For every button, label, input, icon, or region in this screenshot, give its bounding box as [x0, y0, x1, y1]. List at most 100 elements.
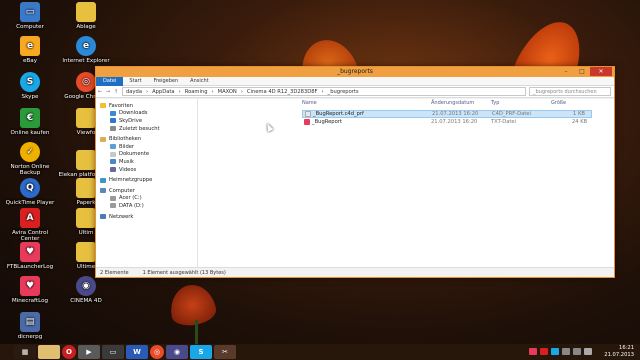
nav-item-drive-c[interactable]: Acer (C:) [96, 195, 197, 203]
desktop-icon-avira[interactable]: A Avira Control Center [2, 208, 58, 243]
explorer-window: _bugreports – □ ✕ Datei Start Freigeben … [95, 66, 615, 278]
desktop-icon-minecraftlog[interactable]: ♥ MinecraftLog [2, 276, 58, 304]
up-button[interactable]: ↑ [112, 89, 120, 95]
desktop-icon-dicnerpg[interactable]: ▤ dicnerpg [2, 312, 58, 340]
tray-icon[interactable] [529, 348, 537, 355]
nav-item-videos[interactable]: Videos [96, 166, 197, 174]
search-input[interactable]: _bugreports durchsuchen [529, 87, 611, 96]
documents-icon [110, 151, 116, 157]
network-icon[interactable] [584, 348, 592, 355]
nav-homegroup[interactable]: Heimnetzgruppe [96, 176, 197, 184]
desktop-icon-quicktime[interactable]: Q QuickTime Player [2, 178, 58, 206]
cinema4d-icon: ◉ [76, 276, 96, 296]
tray-icon[interactable] [562, 348, 570, 355]
breadcrumb-item[interactable]: dayda [126, 89, 142, 95]
folder-icon [76, 208, 96, 228]
heart-icon: ♥ [20, 242, 40, 262]
skype-icon[interactable]: S [190, 345, 212, 359]
folder-icon [76, 242, 96, 262]
star-icon [100, 103, 106, 109]
column-header-name[interactable]: Name [302, 100, 317, 106]
tab-datei[interactable]: Datei [96, 76, 124, 86]
breadcrumb-item[interactable]: AppData [152, 89, 175, 95]
back-button[interactable]: ← [96, 89, 104, 95]
heart-icon: ♥ [20, 276, 40, 296]
close-button[interactable]: ✕ [590, 67, 612, 76]
desktop-icon-ftblog[interactable]: ♥ FTBLauncherLog [2, 242, 58, 270]
clock-time: 16:21 [619, 345, 634, 351]
computer-icon [100, 188, 106, 194]
title-bar[interactable]: _bugreports – □ ✕ [96, 67, 614, 77]
terminal-icon[interactable]: ▭ [102, 345, 124, 359]
tray-icon[interactable] [551, 348, 559, 355]
ebay-icon: e [20, 36, 40, 56]
network-icon [100, 214, 106, 220]
nav-libraries[interactable]: Bibliotheken [96, 135, 197, 143]
nav-item-musik[interactable]: Musik [96, 158, 197, 166]
maximize-button[interactable]: □ [574, 67, 590, 76]
file-row[interactable]: _BugReport.c4d_prf 21.07.2013 16:20 C4D_… [302, 110, 592, 118]
column-header-size[interactable]: Größe [551, 100, 566, 106]
music-icon [110, 159, 116, 165]
breadcrumb-item[interactable]: Cinema 4D R12_3D283D8F [247, 89, 318, 95]
nav-network[interactable]: Netzwerk [96, 213, 197, 221]
address-bar-row: ← → ↑ dayda › AppData › Roaming › MAXON › Ci… [96, 86, 614, 98]
drive-icon [110, 203, 116, 209]
nav-computer[interactable]: Computer [96, 187, 197, 195]
volume-icon[interactable] [573, 348, 581, 355]
file-list: Name Änderungsdatum Typ Größe _BugReport… [198, 99, 614, 267]
c4d-icon[interactable]: ◉ [166, 345, 188, 359]
tray-icon[interactable] [540, 348, 548, 355]
nav-item-bilder[interactable]: Bilder [96, 143, 197, 151]
word-icon[interactable]: W [126, 345, 148, 359]
clock[interactable]: 16:21 21.07.2013 [604, 345, 634, 359]
address-bar[interactable]: dayda › AppData › Roaming › MAXON › Cinema 4… [122, 87, 526, 96]
wallpaper-flower [166, 281, 219, 329]
skype-icon: S [20, 72, 40, 92]
nav-item-recent[interactable]: Zuletzt besucht [96, 125, 197, 133]
desktop-icon-c4d[interactable]: ◉ CINEMA 4D [58, 276, 114, 304]
nav-item-skydrive[interactable]: SkyDrive [96, 117, 197, 125]
avira-icon: A [20, 208, 40, 228]
computer-icon: ▭ [20, 2, 40, 22]
text-file-icon [304, 118, 310, 125]
minimize-button[interactable]: – [558, 67, 574, 76]
folder-icon [76, 178, 96, 198]
item-count: 2 Elemente [100, 269, 129, 276]
explorer-icon[interactable] [38, 345, 60, 359]
opera-icon[interactable]: O [62, 345, 76, 359]
pictures-icon [110, 144, 116, 150]
homegroup-icon [100, 177, 106, 183]
start-icon[interactable]: ▦ [14, 345, 36, 359]
chrome-icon[interactable]: ◎ [150, 345, 164, 359]
desktop-icon-ie[interactable]: e Internet Explorer [58, 36, 114, 64]
column-header-date[interactable]: Änderungsdatum [431, 100, 474, 106]
desktop-icon-shop[interactable]: € Online kaufen [2, 108, 58, 136]
desktop-icon-folder[interactable]: Ablage [58, 2, 114, 30]
clock-date: 21.07.2013 [604, 352, 634, 358]
desktop-icon-norton[interactable]: ✓ Norton Online Backup [2, 142, 58, 177]
desktop-icon-ebay[interactable]: e eBay [2, 36, 58, 64]
file-row[interactable]: _BugReport 21.07.2013 16:20 TXT-Datei 24… [302, 118, 592, 126]
tab-ansicht[interactable]: Ansicht [184, 78, 214, 84]
media-icon[interactable]: ▶ [78, 345, 100, 359]
selection-info: 1 Element ausgewählt (13 Bytes) [142, 269, 226, 276]
chrome-icon: ◎ [76, 72, 96, 92]
ribbon-tabs: Datei Start Freigeben Ansicht [96, 76, 614, 86]
tab-freigeben[interactable]: Freigeben [148, 78, 185, 84]
cloud-icon [110, 118, 116, 124]
breadcrumb-item[interactable]: Roaming [185, 89, 208, 95]
tab-start[interactable]: Start [123, 78, 147, 84]
column-header-type[interactable]: Typ [491, 100, 499, 106]
desktop-icon-skype[interactable]: S Skype [2, 72, 58, 100]
nav-item-downloads[interactable]: Downloads [96, 110, 197, 118]
forward-button[interactable]: → [104, 89, 112, 95]
desktop-icon-computer[interactable]: ▭ Computer [2, 2, 58, 30]
breadcrumb-item[interactable]: _bugreports [328, 89, 359, 95]
nav-favorites[interactable]: Favoriten [96, 102, 197, 110]
breadcrumb-item[interactable]: MAXON [218, 89, 237, 95]
nav-item-drive-d[interactable]: DATA (D:) [96, 202, 197, 210]
nav-item-dokumente[interactable]: Dokumente [96, 151, 197, 159]
media2-icon[interactable]: ✂ [214, 345, 236, 359]
downloads-icon [110, 110, 116, 116]
